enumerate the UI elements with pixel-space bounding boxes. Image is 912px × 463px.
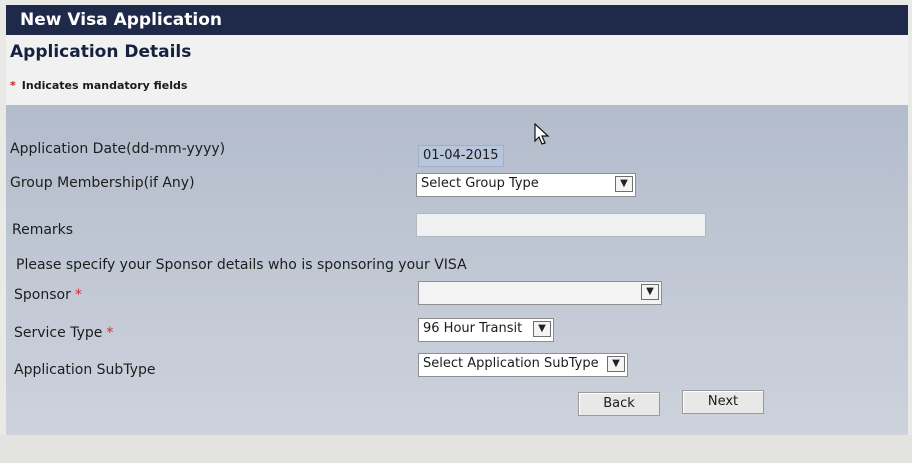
section-title: Application Details (10, 42, 192, 62)
mandatory-note-text: Indicates mandatory fields (21, 79, 188, 92)
mouse-pointer-icon (534, 122, 550, 151)
service-type-required-star: * (106, 325, 114, 341)
group-membership-label: Group Membership(if Any) (10, 175, 195, 191)
section-header: Application Details * Indicates mandatory… (6, 35, 908, 105)
group-type-selected: Select Group Type (421, 176, 539, 191)
chevron-down-icon[interactable]: ▼ (641, 284, 659, 300)
chevron-down-icon[interactable]: ▼ (533, 321, 551, 337)
form-panel: Application Date(dd-mm-yyyy) 01-04-2015 … (6, 105, 908, 435)
bottom-strip (0, 435, 912, 463)
group-type-select[interactable]: Select Group Type ▼ (416, 173, 636, 197)
service-type-label-text: Service Type (14, 325, 103, 341)
back-button[interactable]: Back (578, 392, 660, 416)
application-subtype-selected: Select Application SubType (423, 356, 599, 371)
service-type-label: Service Type * (14, 325, 113, 341)
sponsor-select[interactable]: ▼ (418, 281, 662, 305)
application-date-label: Application Date(dd-mm-yyyy) (10, 141, 226, 157)
mandatory-note: * Indicates mandatory fields (10, 79, 187, 92)
chevron-down-icon[interactable]: ▼ (615, 176, 633, 192)
sponsor-note: Please specify your Sponsor details who … (16, 257, 467, 273)
remarks-input[interactable] (416, 213, 706, 237)
application-subtype-select[interactable]: Select Application SubType ▼ (418, 353, 628, 377)
sponsor-label-text: Sponsor (14, 287, 71, 303)
next-button[interactable]: Next (682, 390, 764, 414)
service-type-selected: 96 Hour Transit (423, 321, 523, 336)
remarks-label: Remarks (12, 222, 74, 238)
service-type-select[interactable]: 96 Hour Transit ▼ (418, 318, 554, 342)
sponsor-label: Sponsor * (14, 287, 82, 303)
application-date-value: 01-04-2015 (418, 145, 504, 167)
mandatory-star: * (10, 79, 16, 92)
chevron-down-icon[interactable]: ▼ (607, 356, 625, 372)
sponsor-required-star: * (74, 287, 82, 303)
application-subtype-label: Application SubType (14, 362, 156, 378)
window-title: New Visa Application (6, 5, 908, 35)
